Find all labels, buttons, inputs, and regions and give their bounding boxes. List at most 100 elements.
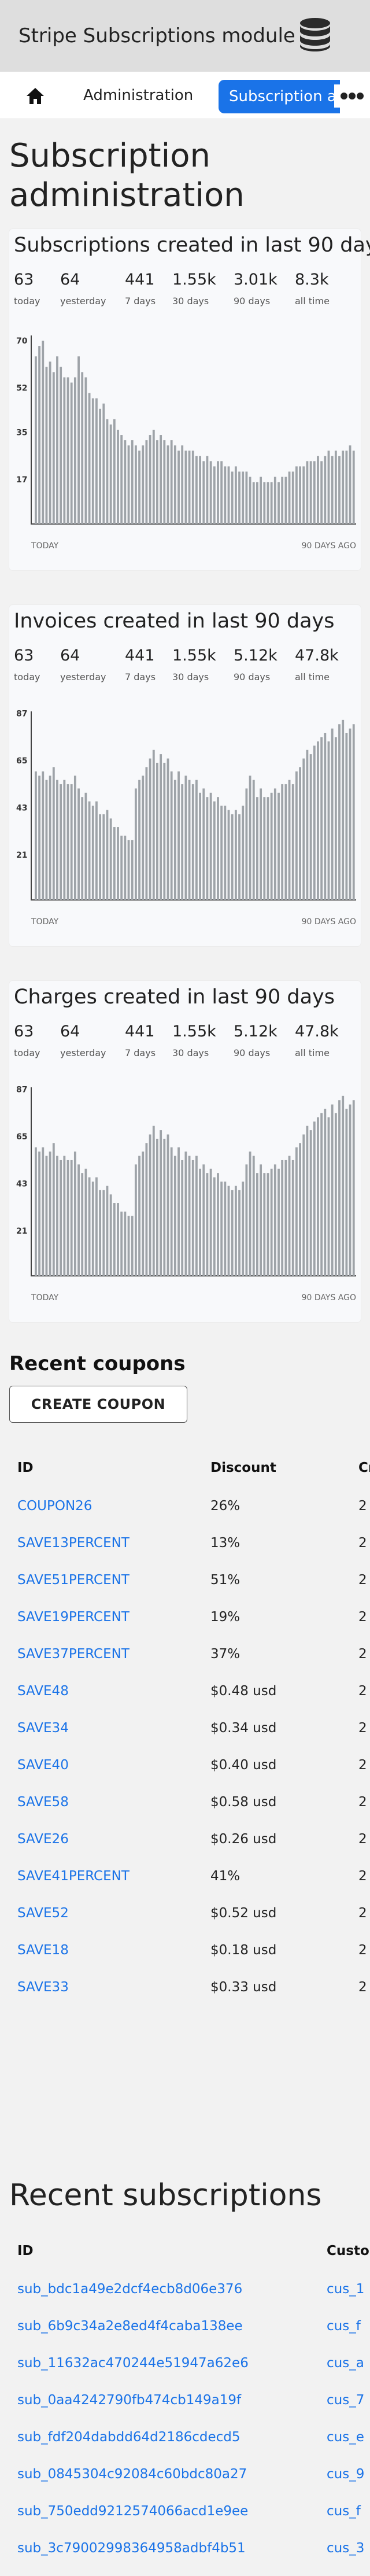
subscription-id-link[interactable]: sub_fdf204dabdd64d2186cdecd5	[17, 2419, 240, 2456]
customer-id-link[interactable]: cus_1	[327, 2271, 364, 2308]
subscription-id-link[interactable]: sub_0845304c92084c60bdc80a27	[17, 2456, 247, 2493]
stat-row: 63 today 64 yesterday 441 7 days 1.55k 30 da…	[14, 647, 353, 682]
coupon-id-link[interactable]: SAVE52	[17, 1895, 69, 1932]
coupon-id-link[interactable]: SAVE13PERCENT	[17, 1525, 130, 1562]
database-icon[interactable]	[297, 16, 334, 53]
table-row: SAVE13PERCENT 13% 2	[0, 1525, 370, 1562]
table-row: SAVE58 $0.58 usd 2	[0, 1784, 370, 1821]
chart-bar	[220, 1182, 223, 1276]
coupon-id-link[interactable]: SAVE51PERCENT	[17, 1562, 130, 1599]
chart-bar	[206, 1173, 209, 1276]
chart-bar	[38, 1152, 41, 1276]
subscription-id-link[interactable]: sub_035c28edd3b74506bdf09bfc	[17, 2567, 240, 2576]
chart-bar	[195, 1156, 198, 1276]
chart-bar	[42, 1147, 45, 1276]
coupon-id-link[interactable]: SAVE40	[17, 1747, 69, 1784]
y-tick-label: 65	[16, 1132, 27, 1142]
chart-bar	[342, 1095, 345, 1276]
more-dots-icon[interactable]	[334, 84, 370, 108]
chart-bar	[63, 377, 66, 524]
chart-bar	[295, 1147, 298, 1276]
coupon-id-link[interactable]: SAVE34	[17, 1710, 69, 1747]
chart-bar	[281, 784, 284, 900]
coupon-id-link[interactable]: COUPON26	[17, 1488, 92, 1525]
customer-id-link[interactable]: cus_7	[327, 2382, 364, 2419]
table-row: sub_bdc1a49e2dcf4ecb8d06e376 cus_1	[0, 2271, 370, 2308]
coupon-id-link[interactable]: SAVE26	[17, 1821, 69, 1858]
coupon-id-link[interactable]: SAVE33	[17, 1969, 69, 2006]
chart-bar	[84, 792, 87, 900]
coupon-discount: 41%	[210, 1869, 240, 1884]
chart-bar	[66, 377, 69, 524]
chart-bar	[288, 1156, 291, 1276]
chart-bar	[81, 372, 84, 524]
chart-bar	[102, 403, 105, 524]
chart-bar	[306, 461, 309, 524]
chart-bar	[327, 741, 330, 900]
chart-bar	[352, 1100, 355, 1276]
subscription-id-link[interactable]: sub_0aa4242790fb474cb149a19f	[17, 2382, 241, 2419]
chart-bar	[163, 762, 166, 900]
chart-bar	[181, 445, 184, 524]
chart-bar	[145, 440, 148, 524]
chart-bar	[273, 477, 276, 524]
column-header-id: ID	[17, 2243, 34, 2258]
nav-subscription-administration[interactable]: Subscription administration	[219, 80, 340, 113]
table-row: SAVE34 $0.34 usd 2	[0, 1710, 370, 1747]
chart-bar	[313, 1121, 316, 1276]
chart-bar	[260, 788, 262, 900]
subscriptions-bar-chart: 17 35 52 70 TODAY 90 DAYS AGO	[16, 335, 356, 551]
table-row: SAVE37PERCENT 37% 2	[0, 1636, 370, 1673]
stat-30-days: 1.55k 30 days	[172, 271, 216, 307]
chart-bar	[173, 445, 176, 524]
subscription-id-link[interactable]: sub_11632ac470244e51947a62e6	[17, 2345, 249, 2382]
customer-id-link[interactable]: cus_f	[327, 2493, 361, 2530]
table-header: ID Customer	[0, 2232, 370, 2271]
chart-bar	[284, 784, 287, 900]
stat-yesterday: 64 yesterday	[60, 271, 106, 307]
chart-bar	[152, 750, 155, 900]
coupon-created: 2	[358, 1795, 367, 1810]
chart-bar	[302, 1134, 305, 1276]
chart-bar	[220, 806, 223, 900]
customer-id-link[interactable]: cus_9	[327, 2456, 364, 2493]
chart-bar	[77, 1164, 80, 1276]
chart-bar	[306, 750, 309, 900]
customer-id-link[interactable]: cus_a	[327, 2345, 364, 2382]
customer-id-link[interactable]: cus_3	[327, 2530, 364, 2567]
coupon-id-link[interactable]: SAVE48	[17, 1673, 69, 1710]
chart-bar	[117, 1203, 119, 1276]
chart-bar	[109, 818, 112, 900]
home-icon[interactable]	[25, 87, 45, 105]
coupon-discount: 51%	[210, 1573, 240, 1588]
chart-bar	[313, 461, 316, 524]
charges-bar-chart: 21 43 65 87 TODAY 90 DAYS AGO	[16, 1086, 356, 1302]
chart-bar	[291, 784, 294, 900]
customer-id-link[interactable]: cus_f	[327, 2308, 361, 2345]
subscription-id-link[interactable]: sub_3c79002998364958adbf4b51	[17, 2530, 246, 2567]
coupon-id-link[interactable]: SAVE58	[17, 1784, 69, 1821]
subscription-id-link[interactable]: sub_750edd9212574066acd1e9ee	[17, 2493, 248, 2530]
chart-bar	[291, 471, 294, 524]
chart-bar	[181, 1160, 184, 1276]
coupon-id-link[interactable]: SAVE41PERCENT	[17, 1858, 130, 1895]
subscription-id-link[interactable]: sub_bdc1a49e2dcf4ecb8d06e376	[17, 2271, 242, 2308]
chart-bar	[60, 1160, 62, 1276]
chart-bar	[145, 1143, 148, 1276]
chart-bar	[309, 1130, 312, 1276]
nav-administration[interactable]: Administration	[83, 72, 193, 119]
coupon-id-link[interactable]: SAVE19PERCENT	[17, 1599, 130, 1636]
create-coupon-button[interactable]: CREATE COUPON	[9, 1386, 187, 1423]
subscription-id-link[interactable]: sub_6b9c34a2e8ed4f4caba138ee	[17, 2308, 243, 2345]
stat-yesterday: 64 yesterday	[60, 647, 106, 682]
customer-id-link[interactable]: cus_e	[327, 2419, 364, 2456]
customer-id-link[interactable]: cus_c	[327, 2567, 363, 2576]
coupon-id-link[interactable]: SAVE37PERCENT	[17, 1636, 130, 1673]
chart-bar	[302, 758, 305, 900]
chart-bar	[202, 461, 205, 524]
table-row: SAVE26 $0.26 usd 2	[0, 1821, 370, 1858]
chart-bar	[35, 771, 37, 900]
card-title: Charges created in last 90 days	[14, 986, 335, 1009]
coupon-id-link[interactable]: SAVE18	[17, 1932, 69, 1969]
chart-bar	[88, 1177, 91, 1276]
